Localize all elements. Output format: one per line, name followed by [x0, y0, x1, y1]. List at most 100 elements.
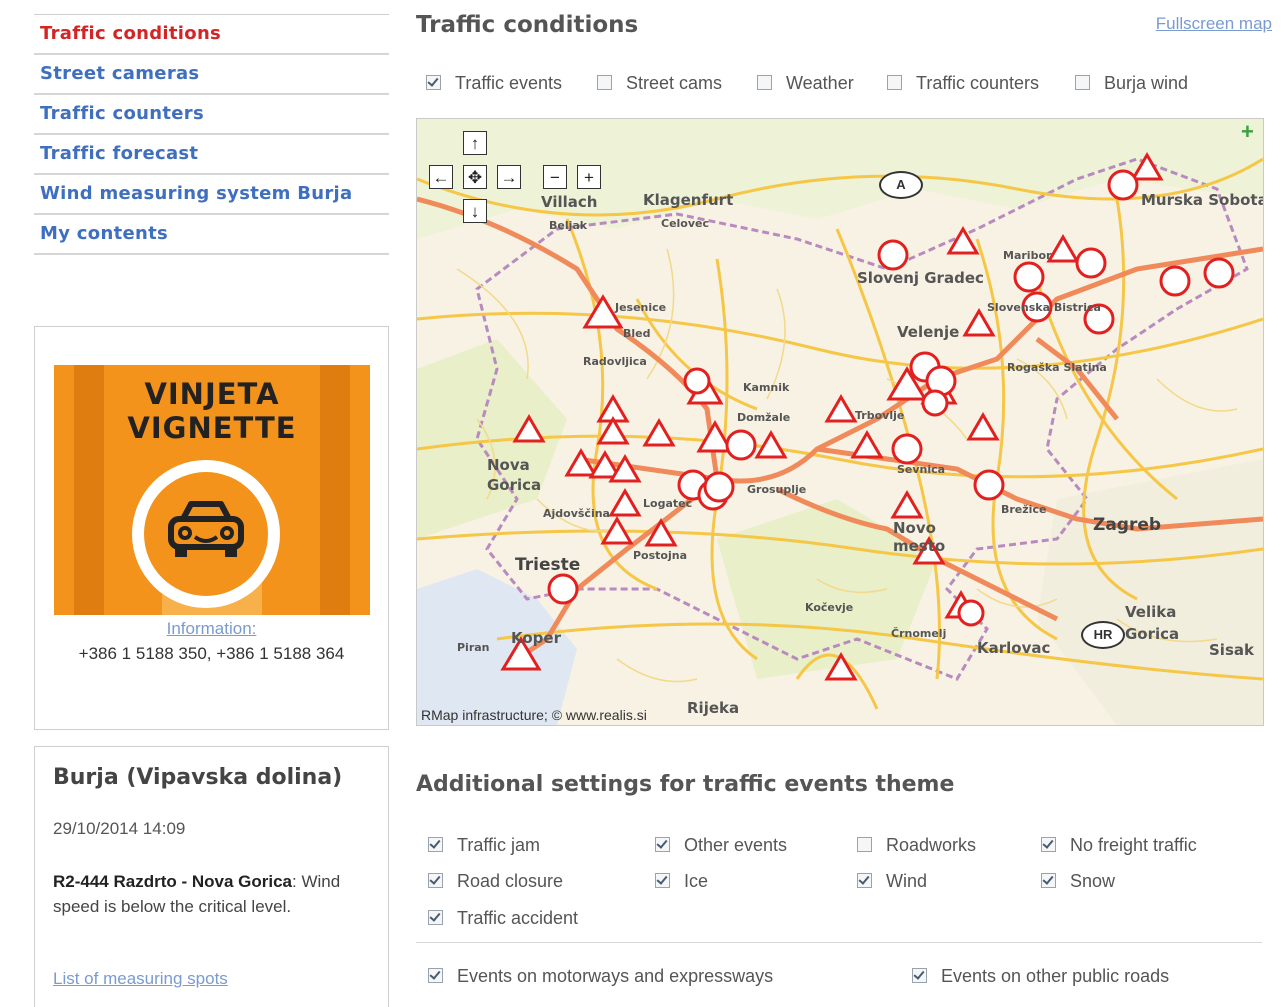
city-label: Slovenska Bistrica [987, 301, 1101, 314]
event-circle[interactable] [973, 469, 1005, 501]
nav-item-traffic-counters[interactable]: Traffic counters [34, 95, 389, 135]
pan-right-button[interactable]: → [497, 165, 521, 189]
option-public-road-events[interactable]: Events on other public roads [912, 966, 1169, 987]
zoom-in-button[interactable]: + [577, 165, 601, 189]
checkbox[interactable] [887, 75, 902, 90]
event-circle[interactable] [957, 599, 985, 627]
checkbox[interactable] [655, 873, 670, 888]
option-traffic-accident[interactable]: Traffic accident [428, 908, 578, 929]
layer-traffic-counters[interactable]: Traffic counters [887, 73, 1039, 94]
zoom-out-button[interactable]: − [543, 165, 567, 189]
layer-burja-wind[interactable]: Burja wind [1075, 73, 1188, 94]
checkbox[interactable] [597, 75, 612, 90]
pan-down-button[interactable]: ↓ [463, 199, 487, 223]
checkbox[interactable] [857, 873, 872, 888]
option-ice[interactable]: Ice [655, 871, 708, 892]
warning-icon[interactable] [608, 488, 642, 517]
checkbox[interactable] [428, 910, 443, 925]
city-label: Bled [623, 327, 651, 340]
event-circle[interactable] [1159, 265, 1191, 297]
event-circle[interactable] [725, 429, 757, 461]
car-icon [168, 501, 244, 557]
warning-icon[interactable] [850, 430, 884, 459]
nav-item-traffic-conditions[interactable]: Traffic conditions [34, 15, 389, 55]
checkbox[interactable] [1041, 837, 1056, 852]
expand-plus-icon[interactable]: + [1241, 121, 1259, 143]
measuring-spots-link[interactable]: List of measuring spots [53, 969, 228, 989]
city-label: Slovenj Gradec [857, 269, 984, 287]
option-no-freight-traffic[interactable]: No freight traffic [1041, 835, 1197, 856]
vignette-title-line2: VIGNETTE [127, 411, 297, 445]
warning-icon[interactable] [824, 394, 858, 423]
city-label: Brežice [1001, 503, 1047, 516]
layer-weather[interactable]: Weather [757, 73, 854, 94]
option-roadworks[interactable]: Roadworks [857, 835, 976, 856]
city-label: Postojna [633, 549, 688, 562]
warning-icon[interactable] [962, 308, 996, 337]
warning-icon[interactable] [1046, 234, 1080, 263]
event-circle[interactable] [877, 239, 909, 271]
vignette-box: VINJETA VIGNETTE Information: +386 1 518… [34, 326, 389, 730]
option-label: Wind [886, 871, 928, 891]
layer-street-cams[interactable]: Street cams [597, 73, 722, 94]
warning-icon[interactable] [966, 412, 1000, 441]
option-label: No freight traffic [1070, 835, 1197, 855]
city-label: Domžale [737, 411, 791, 424]
burja-message: R2-444 Razdrto - Nova Gorica: Wind speed… [53, 869, 353, 919]
nav-item-traffic-forecast[interactable]: Traffic forecast [34, 135, 389, 175]
layer-label: Traffic events [455, 73, 563, 93]
pan-left-button[interactable]: ← [429, 165, 453, 189]
city-label: Karlovac [977, 639, 1051, 657]
fullscreen-map-link[interactable]: Fullscreen map [1156, 14, 1272, 34]
checkbox[interactable] [428, 968, 443, 983]
nav-item-my-contents[interactable]: My contents [34, 215, 389, 255]
traffic-map[interactable]: ↑ ← ✥ → ↓ − + + A HR Villach Beljak Klag… [416, 118, 1264, 726]
vignette-info-link[interactable]: Information: [35, 619, 388, 639]
city-label: Rijeka [687, 699, 740, 717]
checkbox[interactable] [1041, 873, 1056, 888]
option-other-events[interactable]: Other events [655, 835, 787, 856]
warning-icon[interactable] [642, 418, 676, 447]
checkbox[interactable] [426, 75, 441, 90]
option-wind[interactable]: Wind [857, 871, 927, 892]
city-label: Klagenfurt [643, 191, 734, 209]
event-circle[interactable] [1075, 247, 1107, 279]
page-title: Traffic conditions [416, 12, 639, 38]
checkbox[interactable] [428, 873, 443, 888]
option-road-closure[interactable]: Road closure [428, 871, 563, 892]
nav-item-street-cameras[interactable]: Street cameras [34, 55, 389, 95]
pan-center-button[interactable]: ✥ [463, 165, 487, 189]
checkbox[interactable] [655, 837, 670, 852]
city-label: Novo mesto [893, 519, 946, 555]
city-label: Piran [457, 641, 490, 654]
layer-label: Traffic counters [916, 73, 1040, 93]
option-label: Road closure [457, 871, 564, 891]
event-circle[interactable] [1107, 169, 1139, 201]
event-circle[interactable] [891, 433, 923, 465]
warning-icon[interactable] [596, 416, 630, 445]
event-circle[interactable] [921, 389, 949, 417]
vignette-banner[interactable]: VINJETA VIGNETTE [54, 365, 370, 615]
option-label: Ice [684, 871, 709, 891]
pan-up-button[interactable]: ↑ [463, 131, 487, 155]
event-circle[interactable] [1203, 257, 1235, 289]
checkbox[interactable] [857, 837, 872, 852]
event-circle[interactable] [547, 573, 579, 605]
event-circle[interactable] [703, 471, 735, 503]
country-badge-austria: A [879, 171, 923, 199]
warning-icon[interactable] [890, 490, 924, 519]
event-circle[interactable] [683, 367, 711, 395]
event-circle[interactable] [1013, 261, 1045, 293]
checkbox[interactable] [1075, 75, 1090, 90]
checkbox[interactable] [912, 968, 927, 983]
option-motorway-events[interactable]: Events on motorways and expressways [428, 966, 773, 987]
layer-traffic-events[interactable]: Traffic events [426, 73, 562, 94]
layer-label: Weather [786, 73, 854, 93]
city-label: Ajdovščina [543, 507, 610, 520]
checkbox[interactable] [757, 75, 772, 90]
layer-label: Burja wind [1104, 73, 1189, 93]
nav-item-wind-measuring-system[interactable]: Wind measuring system Burja [34, 175, 389, 215]
option-snow[interactable]: Snow [1041, 871, 1115, 892]
option-traffic-jam[interactable]: Traffic jam [428, 835, 540, 856]
checkbox[interactable] [428, 837, 443, 852]
